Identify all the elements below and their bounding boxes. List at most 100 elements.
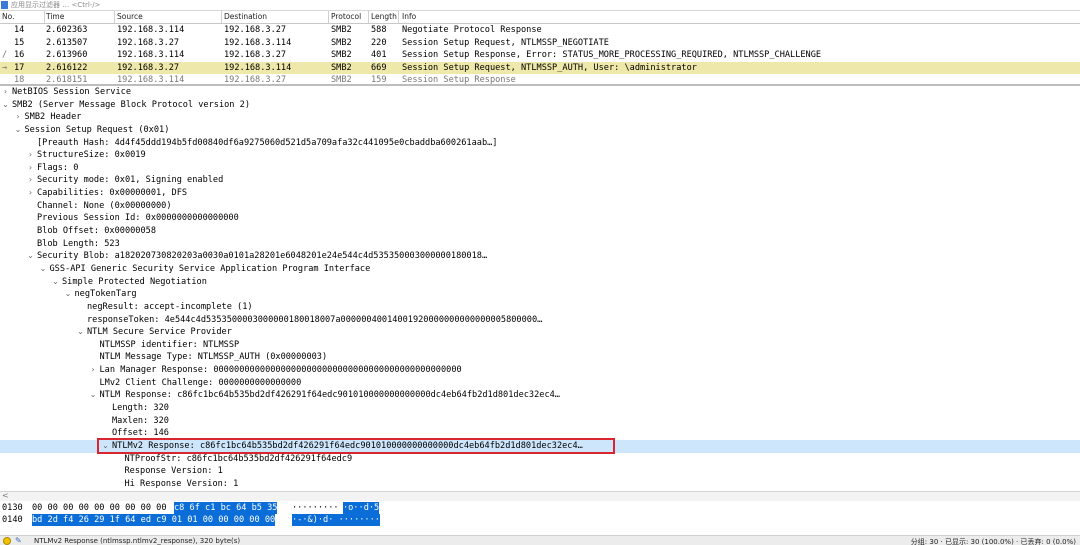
column-header-info[interactable]: Info <box>402 12 416 21</box>
packet-row[interactable]: 14 2.602363 192.168.3.114 192.168.3.27 SMB2 5… <box>0 24 1080 37</box>
status-bar: ✎ NTLMv2 Response (ntlmssp.ntlmv2_respon… <box>0 535 1080 545</box>
hex-bytes-selected[interactable]: c8 6f c1 bc 64 b5 35 <box>174 502 278 514</box>
column-separator[interactable] <box>221 11 222 23</box>
tree-node[interactable]: › Capabilities: 0x00000001, DFS <box>0 187 1080 200</box>
tree-node[interactable]: Blob Length: 523 <box>0 238 1080 251</box>
column-separator[interactable] <box>328 11 329 23</box>
expand-arrow-icon[interactable]: › <box>26 187 35 200</box>
packet-details-tree[interactable]: › NetBIOS Session Service ⌄ SMB2 (Server Me… <box>0 86 1080 491</box>
packet-protocol: SMB2 <box>331 62 352 73</box>
tree-node[interactable]: › Security mode: 0x01, Signing enabled <box>0 174 1080 187</box>
scroll-left-icon[interactable]: < <box>2 491 9 500</box>
tree-node[interactable]: ⌄ Security Blob: a182020730820203a0030a01… <box>0 250 1080 263</box>
tree-node[interactable]: ⌄ NTLM Secure Service Provider <box>0 326 1080 339</box>
tree-node[interactable]: ⌄ NTLMv2 Response: c86fc1bc64b535bd2df426… <box>0 439 1080 453</box>
collapse-arrow-icon[interactable]: ⌄ <box>26 250 35 263</box>
tree-node[interactable]: negResult: accept-incomplete (1) <box>0 301 1080 314</box>
tree-node-label: SMB2 (Server Message Block Protocol vers… <box>12 99 250 110</box>
horizontal-scrollbar[interactable]: < <box>0 491 1080 501</box>
edit-comment-icon[interactable]: ✎ <box>15 536 22 545</box>
tree-node[interactable]: ⌄ GSS-API Generic Security Service Applic… <box>0 263 1080 276</box>
tree-node[interactable]: NTLMSSP identifier: NTLMSSP <box>0 339 1080 352</box>
collapse-arrow-icon[interactable]: ⌄ <box>39 263 48 276</box>
packet-info: Session Setup Request, NTLMSSP_AUTH, Use… <box>402 62 697 73</box>
tree-node[interactable]: responseToken: 4e544c4d53535000030000001… <box>0 314 1080 327</box>
column-separator[interactable] <box>368 11 369 23</box>
packet-bytes-pane[interactable]: 0130 00 00 00 00 00 00 00 00 00 c8 6f c1 … <box>0 502 1080 534</box>
collapse-arrow-icon[interactable]: ⌄ <box>14 124 23 137</box>
collapse-arrow-icon[interactable]: ⌄ <box>89 389 98 402</box>
packet-time: 2.613960 <box>46 50 88 60</box>
ascii-bytes-selected[interactable]: ·-·&)·d· ········ <box>292 514 380 526</box>
tree-node[interactable]: Length: 320 <box>0 402 1080 415</box>
column-header-source[interactable]: Source <box>117 12 143 21</box>
packet-row[interactable]: / 16 2.613960 192.168.3.114 192.168.3.27 SMB2… <box>0 49 1080 62</box>
tree-node-label: Channel: None (0x00000000) <box>37 200 172 211</box>
hex-offset: 0130 <box>2 503 23 513</box>
column-header-no[interactable]: No. <box>2 12 14 21</box>
expand-arrow-icon[interactable]: › <box>89 364 98 377</box>
tree-node-label: NTProofStr: c86fc1bc64b535bd2df426291f64… <box>124 453 353 464</box>
packet-source: 192.168.3.114 <box>117 75 185 84</box>
tree-node[interactable]: Hi Response Version: 1 <box>0 478 1080 491</box>
ascii-bytes-selected[interactable]: ·o··d·5 <box>343 502 380 514</box>
expand-arrow-icon[interactable]: › <box>14 111 23 124</box>
status-packet-counts: 分组: 30 · 已显示: 30 (100.0%) · 已丢弃: 0 (0.0%… <box>910 538 1076 545</box>
column-header-protocol[interactable]: Protocol <box>331 12 361 21</box>
display-filter-bar[interactable]: 应用显示过滤器 … <Ctrl-/> <box>0 0 1080 11</box>
packet-info: Session Setup Request, NTLMSSP_NEGOTIATE <box>402 37 609 48</box>
display-filter-input[interactable]: 应用显示过滤器 … <Ctrl-/> <box>11 0 101 10</box>
tree-node[interactable]: › Lan Manager Response: 00000000000000000… <box>0 364 1080 377</box>
packet-row[interactable]: 18 2.618151 192.168.3.114 192.168.3.27 SMB2 1… <box>0 74 1080 84</box>
tree-node[interactable]: ⌄ Session Setup Request (0x01) <box>0 124 1080 137</box>
expand-arrow-icon[interactable]: › <box>26 149 35 162</box>
expand-arrow-icon[interactable]: › <box>1 86 10 99</box>
tree-node-label: NTLM Response: c86fc1bc64b535bd2df426291… <box>99 390 560 401</box>
collapse-arrow-icon[interactable]: ⌄ <box>51 276 60 289</box>
hex-bytes[interactable]: 00 00 00 00 00 00 00 00 00 <box>32 502 167 514</box>
expert-info-icon[interactable] <box>3 537 11 545</box>
collapse-arrow-icon[interactable]: ⌄ <box>101 440 110 453</box>
tree-node[interactable]: Maxlen: 320 <box>0 415 1080 428</box>
tree-node[interactable]: ⌄ SMB2 (Server Message Block Protocol ver… <box>0 99 1080 112</box>
hex-row[interactable]: 0140 bd 2d f4 26 29 1f 64 ed c9 01 01 00 … <box>0 514 1080 526</box>
tree-node[interactable]: Blob Offset: 0x00000058 <box>0 225 1080 238</box>
tree-node[interactable]: LMv2 Client Challenge: 0000000000000000 <box>0 377 1080 390</box>
column-separator[interactable] <box>114 11 115 23</box>
tree-node[interactable]: NTProofStr: c86fc1bc64b535bd2df426291f64… <box>0 453 1080 466</box>
tree-node[interactable]: Previous Session Id: 0x0000000000000000 <box>0 212 1080 225</box>
bookmark-icon[interactable] <box>1 1 8 9</box>
column-separator[interactable] <box>398 11 399 23</box>
packet-time: 2.616122 <box>46 62 88 73</box>
tree-node[interactable]: [Preauth Hash: 4d4f45ddd194b5fd00840df6a… <box>0 137 1080 150</box>
tree-node[interactable]: › NetBIOS Session Service <box>0 86 1080 99</box>
collapse-arrow-icon[interactable]: ⌄ <box>64 288 73 301</box>
tree-node[interactable]: › StructureSize: 0x0019 <box>0 149 1080 162</box>
tree-node[interactable]: ⌄ NTLM Response: c86fc1bc64b535bd2df42629… <box>0 389 1080 402</box>
collapse-arrow-icon[interactable]: ⌄ <box>76 326 85 339</box>
column-header-destination[interactable]: Destination <box>224 12 267 21</box>
packet-length: 669 <box>371 62 387 73</box>
column-header-time[interactable]: Time <box>46 12 64 21</box>
collapse-arrow-icon[interactable]: ⌄ <box>1 99 10 112</box>
tree-node[interactable]: ⌄ Simple Protected Negotiation <box>0 276 1080 289</box>
packet-row[interactable]: → 17 2.616122 192.168.3.27 192.168.3.114 SMB2… <box>0 61 1080 74</box>
hex-row[interactable]: 0130 00 00 00 00 00 00 00 00 00 c8 6f c1 … <box>0 502 1080 514</box>
column-separator[interactable] <box>44 11 45 23</box>
packet-length: 588 <box>371 25 387 35</box>
tree-node[interactable]: Channel: None (0x00000000) <box>0 200 1080 213</box>
tree-node[interactable]: Offset: 146 <box>0 427 1080 440</box>
tree-node[interactable]: Response Version: 1 <box>0 465 1080 478</box>
tree-node[interactable]: NTLM Message Type: NTLMSSP_AUTH (0x00000… <box>0 351 1080 364</box>
column-header-length[interactable]: Length <box>371 12 397 21</box>
tree-node-label: NTLM Secure Service Provider <box>87 327 232 338</box>
packet-list[interactable]: No. Time Source Destination Protocol Len… <box>0 11 1080 84</box>
tree-node[interactable]: › Flags: 0 <box>0 162 1080 175</box>
ascii-bytes[interactable]: ········· <box>292 502 339 514</box>
tree-node[interactable]: ⌄ negTokenTarg <box>0 288 1080 301</box>
tree-node[interactable]: › SMB2 Header <box>0 111 1080 124</box>
hex-bytes-selected[interactable]: bd 2d f4 26 29 1f 64 ed c9 01 01 00 00 0… <box>32 514 276 526</box>
packet-row[interactable]: 15 2.613507 192.168.3.27 192.168.3.114 SMB2 2… <box>0 37 1080 50</box>
expand-arrow-icon[interactable]: › <box>26 174 35 187</box>
expand-arrow-icon[interactable]: › <box>26 162 35 175</box>
